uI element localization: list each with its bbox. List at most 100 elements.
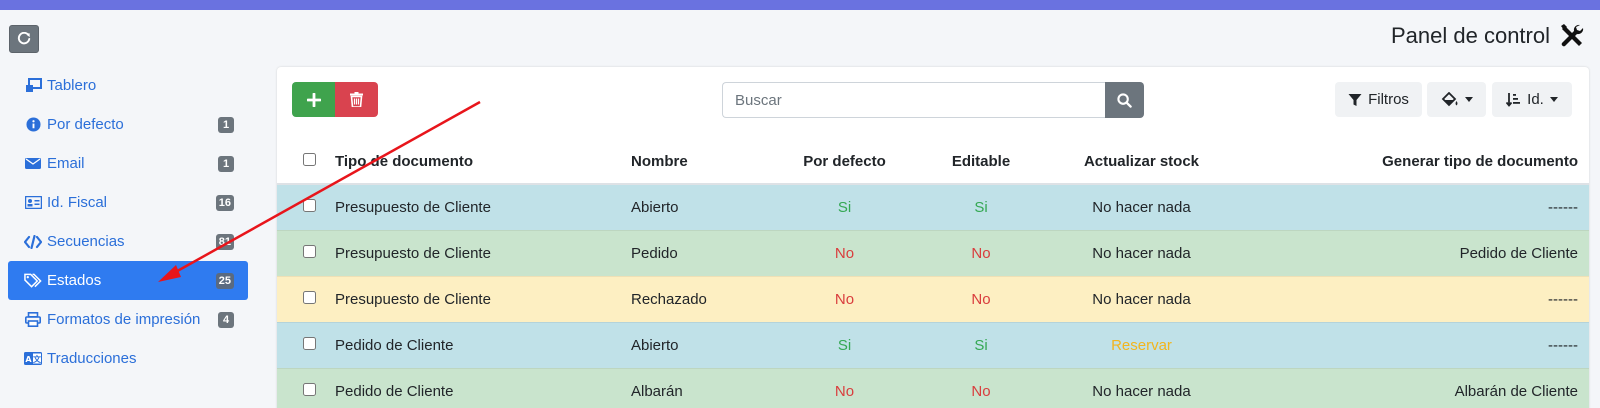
row-checkbox[interactable] [302, 290, 316, 304]
sidebar-item-label: Secuencias [47, 233, 125, 250]
cell-editable: No [911, 230, 1051, 277]
tags-icon [24, 273, 42, 289]
sidebar: Tablero Por defecto 1 Email 1 Id. Fiscal… [8, 66, 248, 378]
table-row[interactable]: Pedido de Cliente Albarán No No No hacer… [277, 368, 1589, 408]
sidebar-item-label: Estados [47, 272, 102, 289]
table-row[interactable]: Presupuesto de Cliente Abierto Si Si No … [277, 184, 1589, 231]
cell-nombre: Abierto [631, 322, 778, 369]
cell-por-defecto: No [778, 368, 911, 408]
column-header[interactable]: Tipo de documento [335, 139, 631, 185]
chevron-down-icon [1549, 97, 1558, 102]
refresh-button[interactable] [9, 25, 39, 53]
info-icon [24, 117, 42, 133]
cell-editable: Si [911, 184, 1051, 231]
search-icon [1117, 92, 1132, 108]
cell-tipo: Pedido de Cliente [335, 322, 631, 369]
table-header-row: Tipo de documento Nombre Por defecto Edi… [277, 139, 1589, 185]
sidebar-item-label: Formatos de impresión [47, 311, 201, 328]
page-title-text: Panel de control [1391, 23, 1550, 48]
row-select-cell [277, 276, 335, 323]
table-row[interactable]: Presupuesto de Cliente Rechazado No No N… [277, 276, 1589, 323]
column-header[interactable]: Editable [911, 139, 1051, 185]
cell-tipo: Pedido de Cliente [335, 368, 631, 408]
filters-label: Filtros [1368, 91, 1409, 108]
count-badge: 81 [215, 234, 234, 250]
cell-por-defecto: Si [778, 184, 911, 231]
sidebar-item-traducciones[interactable]: A文 Traducciones [8, 339, 248, 378]
filter-icon [1348, 93, 1362, 106]
sidebar-item-label: Por defecto [47, 116, 124, 133]
delete-button[interactable] [335, 82, 378, 117]
count-badge: 1 [218, 117, 234, 133]
filters-button[interactable]: Filtros [1335, 82, 1422, 117]
column-header[interactable]: Generar tipo de documento [1232, 139, 1589, 185]
select-all-checkbox[interactable] [302, 152, 316, 166]
table-row[interactable]: Presupuesto de Cliente Pedido No No No h… [277, 230, 1589, 277]
table-row[interactable]: Pedido de Cliente Abierto Si Si Reservar… [277, 322, 1589, 369]
sidebar-item-por-defecto[interactable]: Por defecto 1 [8, 105, 248, 144]
tools-icon [1561, 24, 1584, 47]
sidebar-item-email[interactable]: Email 1 [8, 144, 248, 183]
sidebar-item-label: Tablero [47, 77, 97, 94]
sidebar-item-label: Traducciones [47, 350, 137, 367]
sidebar-item-id-fiscal[interactable]: Id. Fiscal 16 [8, 183, 248, 222]
svg-text:A: A [25, 355, 32, 364]
sidebar-item-tablero[interactable]: Tablero [8, 66, 248, 105]
list-card: Filtros Id. Tipo de documento Nombre Por… [277, 67, 1589, 408]
column-header[interactable]: Por defecto [778, 139, 911, 185]
cell-nombre: Abierto [631, 184, 778, 231]
cell-generar: ------ [1232, 184, 1589, 231]
cell-nombre: Albarán [631, 368, 778, 408]
column-header[interactable]: Nombre [631, 139, 778, 185]
sort-dropdown[interactable]: Id. [1492, 82, 1572, 117]
cell-generar: ------ [1232, 322, 1589, 369]
search-input[interactable] [722, 82, 1105, 118]
dashboard-icon [24, 78, 42, 94]
add-button[interactable] [292, 82, 335, 117]
sidebar-item-label: Id. Fiscal [47, 194, 108, 211]
row-select-cell [277, 230, 335, 277]
row-checkbox[interactable] [302, 198, 316, 212]
row-select-cell [277, 322, 335, 369]
cell-stock: No hacer nada [1051, 184, 1232, 231]
cell-tipo: Presupuesto de Cliente [335, 276, 631, 323]
row-checkbox[interactable] [302, 336, 316, 350]
envelope-icon [24, 156, 42, 172]
cell-tipo: Presupuesto de Cliente [335, 230, 631, 277]
cell-stock: Reservar [1051, 322, 1232, 369]
cell-stock: No hacer nada [1051, 276, 1232, 323]
count-badge: 1 [218, 156, 234, 172]
sidebar-item-formatos[interactable]: Formatos de impresión 4 [8, 300, 248, 339]
sidebar-item-label: Email [47, 155, 85, 172]
cell-tipo: Presupuesto de Cliente [335, 184, 631, 231]
count-badge: 16 [215, 195, 234, 211]
column-header[interactable]: Actualizar stock [1051, 139, 1232, 185]
chevron-down-icon [1464, 97, 1473, 102]
cell-nombre: Rechazado [631, 276, 778, 323]
cell-editable: Si [911, 322, 1051, 369]
svg-text:文: 文 [33, 354, 42, 364]
cell-por-defecto: No [778, 276, 911, 323]
count-badge: 25 [215, 273, 234, 289]
cell-editable: No [911, 276, 1051, 323]
sidebar-item-secuencias[interactable]: Secuencias 81 [8, 222, 248, 261]
sidebar-item-estados[interactable]: Estados 25 [8, 261, 248, 300]
page-title: Panel de control [1391, 22, 1586, 50]
row-select-cell [277, 184, 335, 231]
row-checkbox[interactable] [302, 244, 316, 258]
top-bar [0, 0, 1600, 10]
cell-generar: Pedido de Cliente [1232, 230, 1589, 277]
paint-bucket-icon [1441, 91, 1457, 106]
row-select-cell [277, 368, 335, 408]
code-icon [24, 234, 42, 250]
id-card-icon [24, 195, 42, 211]
row-color-dropdown[interactable] [1427, 82, 1486, 117]
search-button[interactable] [1105, 82, 1144, 118]
row-checkbox[interactable] [302, 382, 316, 396]
states-table: Tipo de documento Nombre Por defecto Edi… [277, 139, 1589, 408]
cell-editable: No [911, 368, 1051, 408]
language-icon: A文 [24, 351, 42, 367]
cell-por-defecto: Si [778, 322, 911, 369]
refresh-icon [17, 32, 31, 45]
cell-nombre: Pedido [631, 230, 778, 277]
